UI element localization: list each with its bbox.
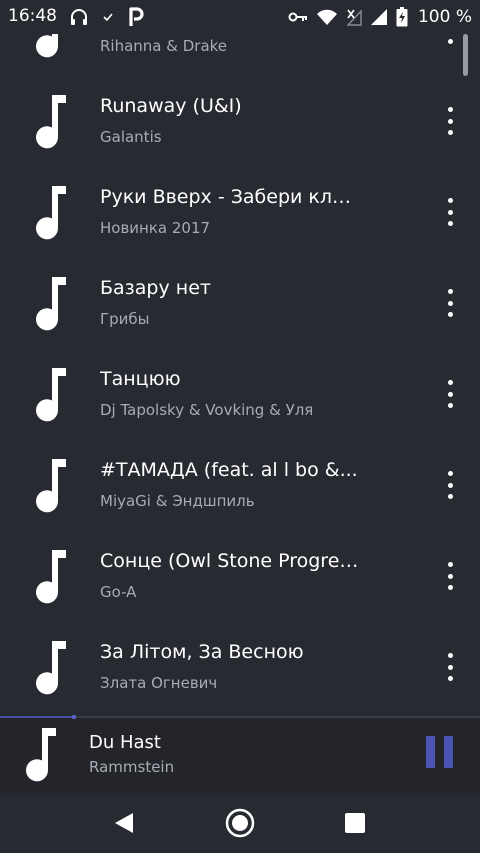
battery-percent: 100 %	[417, 7, 472, 27]
song-title: Танцюю	[100, 368, 181, 390]
song-title: За Літом, За Весною	[100, 641, 304, 663]
status-bar: 16:48 100 %	[0, 0, 480, 34]
more-options-icon[interactable]	[440, 380, 460, 408]
song-title: Базару нет	[100, 277, 211, 299]
song-row[interactable]: Танцюю Dj Tapolsky & Vovking & Уля	[0, 348, 480, 439]
music-note-icon	[36, 368, 66, 422]
song-list[interactable]: Work (R3hab & Quintino R...Rihanna & Dra…	[0, 0, 480, 716]
song-artist: Dj Tapolsky & Vovking & Уля	[100, 401, 314, 419]
song-artist: Злата Огневич	[100, 674, 218, 692]
song-title: Runaway (U&I)	[100, 95, 242, 117]
pause-button[interactable]	[424, 736, 454, 768]
battery-charging-icon	[396, 7, 408, 27]
song-artist: Rihanna & Drake	[100, 37, 228, 55]
progress-track[interactable]	[0, 715, 480, 719]
music-note-icon	[36, 277, 66, 331]
signal-off-icon	[346, 9, 362, 26]
more-options-icon[interactable]	[440, 471, 460, 499]
song-artist: Go-A	[100, 583, 137, 601]
wifi-icon	[316, 9, 337, 25]
song-artist: Грибы	[100, 310, 150, 328]
recents-icon[interactable]	[345, 813, 365, 833]
progress-fill	[0, 716, 74, 718]
pause-icon-bar-left	[426, 736, 435, 768]
more-options-icon[interactable]	[440, 107, 460, 135]
signal-icon	[370, 9, 387, 25]
more-options-icon[interactable]	[440, 562, 460, 590]
song-row[interactable]: Сонце (Owl Stone Progres... Go-A	[0, 530, 480, 621]
back-icon[interactable]	[113, 811, 135, 835]
progress-thumb[interactable]	[72, 715, 76, 719]
home-icon[interactable]	[224, 807, 256, 839]
navigation-bar	[0, 793, 480, 853]
song-artist: MiyaGi & Эндшпиль	[100, 492, 255, 510]
check-icon	[103, 13, 113, 22]
p-app-icon	[129, 7, 144, 26]
music-note-icon	[36, 95, 66, 149]
song-row[interactable]: Базару нет Грибы	[0, 257, 480, 348]
now-playing-artist: Rammstein	[89, 758, 175, 776]
pause-icon-bar-right	[444, 736, 453, 768]
music-note-icon	[26, 728, 56, 782]
song-artist: Новинка 2017	[100, 219, 211, 237]
song-row[interactable]: #ТАМАДА (feat. al l bo &... MiyaGi & Эндш…	[0, 439, 480, 530]
more-options-icon[interactable]	[440, 198, 460, 226]
headphones-icon	[71, 9, 87, 25]
song-artist: Galantis	[100, 128, 162, 146]
music-note-icon	[36, 550, 66, 604]
music-note-icon	[36, 186, 66, 240]
music-note-icon	[36, 459, 66, 513]
now-playing-title: Du Hast	[89, 732, 161, 753]
music-note-icon	[36, 641, 66, 695]
more-options-icon[interactable]	[440, 653, 460, 681]
song-title: #ТАМАДА (feat. al l bo &...	[100, 459, 358, 481]
song-row[interactable]: За Літом, За Весною Злата Огневич	[0, 621, 480, 712]
status-time: 16:48	[8, 6, 57, 26]
song-row[interactable]: Runaway (U&I) Galantis	[0, 75, 480, 166]
more-options-icon[interactable]	[440, 289, 460, 317]
song-title: Сонце (Owl Stone Progres...	[100, 550, 365, 572]
vpn-key-icon	[288, 12, 307, 22]
song-row[interactable]: Руки Вверх - Забери клю... Новинка 2017	[0, 166, 480, 257]
list-scrollbar[interactable]	[463, 34, 468, 76]
now-playing-bar[interactable]: Du Hast Rammstein	[0, 715, 480, 793]
song-title: Руки Вверх - Забери клю...	[100, 186, 365, 208]
